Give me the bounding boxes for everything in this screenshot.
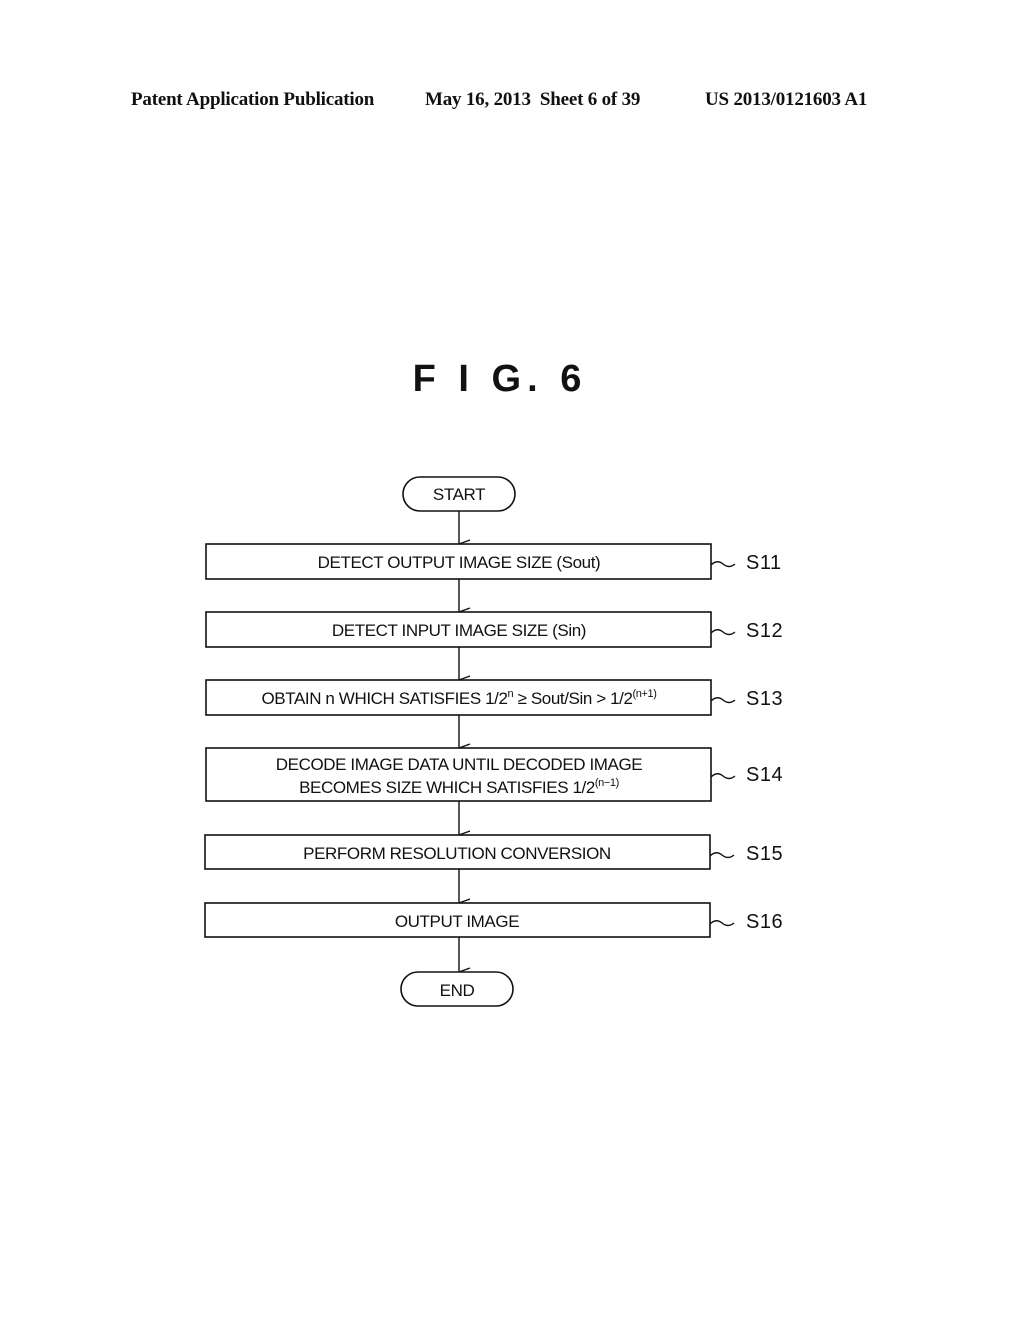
leader-s15 [709, 852, 735, 859]
step-s14-label: S14 [746, 764, 783, 786]
step-s16-label: S16 [746, 911, 783, 933]
step-s13-label: S13 [746, 688, 783, 710]
step-s12-label: S12 [746, 620, 783, 642]
step-s15-text: PERFORM RESOLUTION CONVERSION [303, 844, 611, 863]
leader-s11 [710, 561, 736, 568]
step-s15: PERFORM RESOLUTION CONVERSION S15 [204, 834, 783, 870]
step-s12-text: DETECT INPUT IMAGE SIZE (Sin) [332, 621, 586, 640]
step-s11-text: DETECT OUTPUT IMAGE SIZE (Sout) [318, 553, 601, 572]
step-s15-label: S15 [746, 843, 783, 865]
start-terminal: START [402, 476, 516, 512]
step-s16: OUTPUT IMAGE S16 [204, 902, 783, 938]
step-s12: DETECT INPUT IMAGE SIZE (Sin) S12 [205, 611, 783, 648]
step-s13-text: OBTAIN n WHICH SATISFIES 1/2n ≥ Sout/Sin… [261, 688, 656, 708]
leader-s13 [710, 697, 736, 704]
end-label: END [440, 981, 475, 1000]
flowchart: START DETECT OUTPUT IMAGE SIZE (Sout) S1… [204, 476, 783, 1007]
step-s11-label: S11 [746, 552, 782, 574]
step-s14: DECODE IMAGE DATA UNTIL DECODED IMAGE BE… [205, 747, 783, 802]
step-s14-text-line1: DECODE IMAGE DATA UNTIL DECODED IMAGE [276, 755, 643, 774]
step-s13: OBTAIN n WHICH SATISFIES 1/2n ≥ Sout/Sin… [205, 679, 783, 716]
step-s11: DETECT OUTPUT IMAGE SIZE (Sout) S11 [205, 543, 782, 580]
leader-s16 [709, 920, 735, 927]
leader-s12 [710, 629, 736, 636]
leader-s14 [710, 773, 736, 780]
step-s14-text-line2: BECOMES SIZE WHICH SATISFIES 1/2(n−1) [299, 777, 619, 797]
step-s16-text: OUTPUT IMAGE [395, 912, 519, 931]
end-terminal: END [400, 971, 514, 1007]
start-label: START [433, 485, 485, 504]
